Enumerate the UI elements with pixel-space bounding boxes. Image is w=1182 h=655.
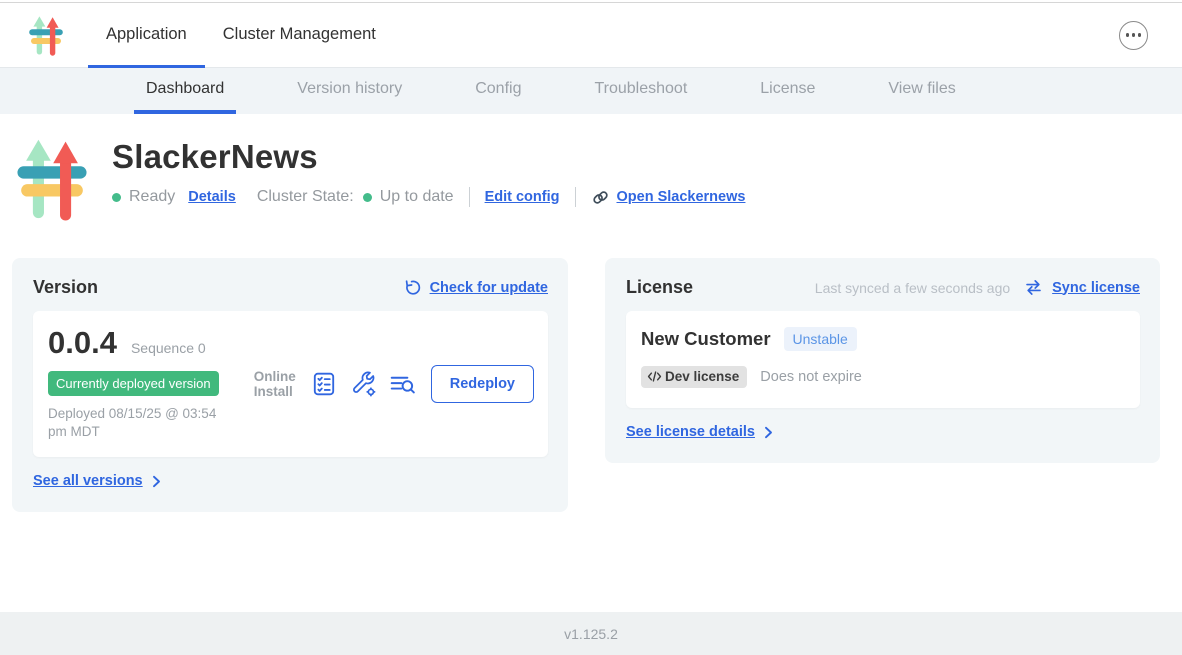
- app-subnav: Dashboard Version history Config Trouble…: [0, 68, 1182, 114]
- version-number: 0.0.4: [48, 325, 117, 361]
- view-logs-icon[interactable]: [389, 371, 416, 397]
- chevron-right-icon: [764, 426, 773, 439]
- deployed-timestamp: Deployed 08/15/25 @ 03:54 pm MDT: [48, 405, 228, 441]
- app-logo-large-icon: [15, 134, 89, 222]
- see-license-details-link[interactable]: See license details: [626, 424, 773, 440]
- redeploy-button[interactable]: Redeploy: [431, 365, 534, 403]
- tab-cluster-management[interactable]: Cluster Management: [205, 3, 394, 68]
- install-type-label: Online Install: [254, 369, 298, 400]
- code-icon: [647, 370, 662, 383]
- see-all-versions-link[interactable]: See all versions: [33, 473, 161, 489]
- current-version-panel: 0.0.4 Sequence 0 Currently deployed vers…: [33, 311, 548, 457]
- check-for-update-link[interactable]: Check for update: [430, 280, 548, 296]
- details-link[interactable]: Details: [188, 189, 236, 205]
- header-tabs: Application Cluster Management: [88, 3, 394, 67]
- edit-config-icon[interactable]: [350, 371, 376, 397]
- last-synced-text: Last synced a few seconds ago: [815, 280, 1010, 296]
- subnav-view-files[interactable]: View files: [876, 68, 967, 114]
- console-version-text: v1.125.2: [564, 626, 618, 642]
- license-card-title: License: [626, 277, 693, 298]
- chevron-right-icon: [152, 475, 161, 488]
- cluster-state-dot-icon: [363, 193, 372, 202]
- header: Application Cluster Management: [0, 3, 1182, 68]
- license-type-badge: Dev license: [641, 366, 747, 388]
- app-status-text: Ready: [129, 188, 175, 206]
- subnav-dashboard[interactable]: Dashboard: [134, 68, 236, 114]
- subnav-license[interactable]: License: [748, 68, 827, 114]
- cluster-state-text: Up to date: [380, 188, 454, 206]
- more-menu-button[interactable]: [1119, 21, 1148, 50]
- app-status-dot-icon: [112, 193, 121, 202]
- license-card: License Last synced a few seconds ago Sy…: [605, 258, 1160, 463]
- app-hero: SlackerNews Ready Details Cluster State:…: [0, 114, 1182, 222]
- external-link-icon: [591, 188, 610, 207]
- license-detail-panel: New Customer Unstable Dev license Does n…: [626, 311, 1140, 408]
- page-title: SlackerNews: [112, 138, 745, 176]
- subnav-version-history[interactable]: Version history: [285, 68, 414, 114]
- divider: [469, 187, 470, 207]
- preflight-checks-icon[interactable]: [311, 371, 337, 397]
- cluster-state-label: Cluster State:: [257, 188, 354, 206]
- version-card: Version Check for update 0.0.4 Sequence …: [12, 258, 568, 512]
- subnav-troubleshoot[interactable]: Troubleshoot: [582, 68, 699, 114]
- sync-arrows-icon: [1024, 279, 1043, 296]
- open-app-link[interactable]: Open Slackernews: [617, 189, 746, 205]
- subnav-config[interactable]: Config: [463, 68, 533, 114]
- license-expiry-text: Does not expire: [760, 369, 862, 385]
- edit-config-link[interactable]: Edit config: [485, 189, 560, 205]
- refresh-icon: [403, 279, 421, 297]
- sync-license-link[interactable]: Sync license: [1052, 280, 1140, 296]
- divider: [575, 187, 576, 207]
- channel-badge: Unstable: [784, 327, 857, 351]
- customer-name: New Customer: [641, 328, 771, 350]
- tab-application[interactable]: Application: [88, 3, 205, 68]
- version-sequence: Sequence 0: [131, 340, 206, 356]
- version-card-title: Version: [33, 277, 98, 298]
- console-footer: v1.125.2: [0, 612, 1182, 655]
- deployed-status-badge: Currently deployed version: [48, 371, 219, 396]
- app-logo-icon: [28, 13, 64, 57]
